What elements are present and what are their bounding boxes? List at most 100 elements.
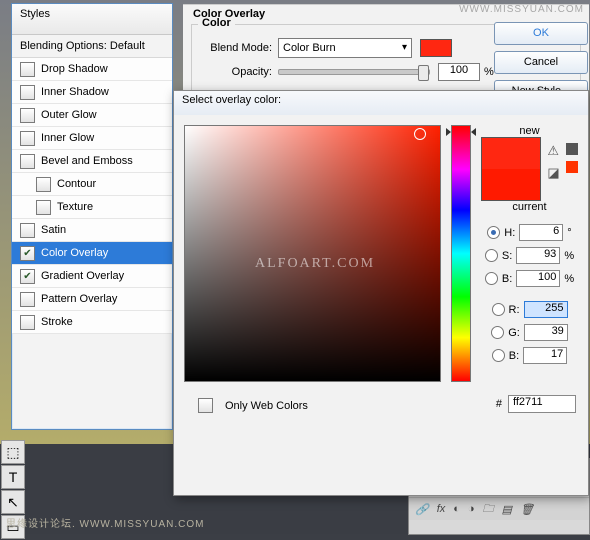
new-color xyxy=(482,138,540,169)
style-label: Pattern Overlay xyxy=(41,293,117,305)
current-label: current xyxy=(512,201,546,213)
color-picker-dialog: Select overlay color: new ⚠ ◪ xyxy=(173,90,589,496)
style-item-drop-shadow[interactable]: Drop Shadow xyxy=(12,58,172,81)
style-label: Contour xyxy=(57,178,96,190)
adjustment-icon[interactable]: ◑ xyxy=(468,503,475,515)
style-item-inner-shadow[interactable]: Inner Shadow xyxy=(12,81,172,104)
link-icon[interactable]: 🔗 xyxy=(415,503,429,516)
style-item-inner-glow[interactable]: Inner Glow xyxy=(12,127,172,150)
type-tool[interactable]: T xyxy=(1,465,25,489)
style-checkbox[interactable] xyxy=(20,108,35,123)
s-unit: % xyxy=(564,250,574,262)
fx-icon[interactable]: fx xyxy=(437,503,446,515)
folder-icon[interactable]: 🗀 xyxy=(483,500,494,519)
bb-input[interactable]: 17 xyxy=(523,347,567,364)
radio-s[interactable] xyxy=(485,249,498,262)
style-checkbox[interactable] xyxy=(20,131,35,146)
radio-b[interactable] xyxy=(485,272,498,285)
group-title: Color xyxy=(198,17,235,29)
picker-right-column: new ⚠ ◪ current H: 6 ° S: 93% B: 100% xyxy=(481,125,578,382)
blend-mode-combo[interactable]: Color Burn xyxy=(278,38,412,58)
h-unit: ° xyxy=(567,227,571,239)
cube-icon[interactable]: ◪ xyxy=(547,165,559,181)
h-input[interactable]: 6 xyxy=(519,224,563,241)
radio-r[interactable] xyxy=(492,303,505,316)
styles-panel: Styles Blending Options: Default Drop Sh… xyxy=(11,3,173,430)
opacity-input[interactable]: 100 xyxy=(438,63,480,81)
style-checkbox[interactable] xyxy=(20,85,35,100)
b-unit: % xyxy=(564,273,574,285)
percent-label: % xyxy=(484,66,494,78)
style-checkbox[interactable] xyxy=(20,292,35,307)
style-item-texture[interactable]: Texture xyxy=(12,196,172,219)
style-checkbox[interactable] xyxy=(20,223,35,238)
picker-title: Select overlay color: xyxy=(174,91,588,115)
style-item-stroke[interactable]: Stroke xyxy=(12,311,172,334)
style-checkbox[interactable]: ✔ xyxy=(20,269,35,284)
watermark-center: ALFOART.COM xyxy=(255,256,375,272)
style-item-contour[interactable]: Contour xyxy=(12,173,172,196)
style-label: Gradient Overlay xyxy=(41,270,124,282)
styles-header[interactable]: Styles xyxy=(12,4,172,35)
path-tool[interactable]: ↖ xyxy=(1,490,25,514)
cube-swatch[interactable] xyxy=(566,161,578,173)
style-label: Satin xyxy=(41,224,66,236)
blending-options-row[interactable]: Blending Options: Default xyxy=(12,35,172,58)
style-item-gradient-overlay[interactable]: ✔ Gradient Overlay xyxy=(12,265,172,288)
overlay-color-swatch[interactable] xyxy=(420,39,452,57)
style-checkbox[interactable] xyxy=(20,62,35,77)
style-checkbox[interactable] xyxy=(36,200,51,215)
trash-icon[interactable]: 🗑 xyxy=(520,503,534,516)
hue-indicator[interactable] xyxy=(447,128,475,134)
style-label: Inner Shadow xyxy=(41,86,109,98)
b-label: B: xyxy=(502,273,512,285)
h-label: H: xyxy=(504,227,515,239)
only-web-colors-checkbox[interactable] xyxy=(198,398,213,413)
opacity-label: Opacity: xyxy=(202,66,272,78)
b-input[interactable]: 100 xyxy=(516,270,560,287)
bb-label: B: xyxy=(509,350,519,362)
tool-1[interactable]: ⬚ xyxy=(1,440,25,464)
style-item-pattern-overlay[interactable]: Pattern Overlay xyxy=(12,288,172,311)
s-input[interactable]: 93 xyxy=(516,247,560,264)
radio-g[interactable] xyxy=(491,326,504,339)
hue-slider[interactable] xyxy=(451,125,471,382)
warn-swatch[interactable] xyxy=(566,143,578,155)
r-input[interactable]: 255 xyxy=(524,301,568,318)
mask-icon[interactable]: ◐ xyxy=(453,503,460,515)
style-label: Stroke xyxy=(41,316,73,328)
style-checkbox[interactable] xyxy=(20,315,35,330)
layers-footer: 🔗 fx ◐ ◑ 🗀 ▤ 🗑 xyxy=(409,498,589,520)
new-label: new xyxy=(519,125,539,137)
g-label: G: xyxy=(508,327,520,339)
watermark-bottom: 思缘设计论坛. WWW.MISSYUAN.COM xyxy=(6,515,204,530)
warning-icon[interactable]: ⚠ xyxy=(547,143,559,159)
style-label: Texture xyxy=(57,201,93,213)
style-label: Outer Glow xyxy=(41,109,97,121)
opacity-slider[interactable] xyxy=(278,69,430,75)
style-item-satin[interactable]: Satin xyxy=(12,219,172,242)
style-item-bevel-and-emboss[interactable]: Bevel and Emboss xyxy=(12,150,172,173)
style-item-color-overlay[interactable]: ✔ Color Overlay xyxy=(12,242,172,265)
sv-cursor[interactable] xyxy=(414,128,426,140)
current-color xyxy=(482,169,540,200)
g-input[interactable]: 39 xyxy=(524,324,568,341)
new-current-swatch[interactable] xyxy=(481,137,541,201)
radio-bb[interactable] xyxy=(492,349,505,362)
s-label: S: xyxy=(502,250,512,262)
saturation-value-box[interactable] xyxy=(184,125,441,382)
style-label: Inner Glow xyxy=(41,132,94,144)
hex-input[interactable]: ff2711 xyxy=(508,395,576,413)
radio-h[interactable] xyxy=(487,226,500,239)
style-checkbox[interactable]: ✔ xyxy=(20,246,35,261)
ok-button[interactable]: OK xyxy=(494,22,588,45)
style-label: Bevel and Emboss xyxy=(41,155,133,167)
new-layer-icon[interactable]: ▤ xyxy=(502,503,512,516)
style-checkbox[interactable] xyxy=(20,154,35,169)
style-checkbox[interactable] xyxy=(36,177,51,192)
hash-label: # xyxy=(496,398,502,410)
cancel-button[interactable]: Cancel xyxy=(494,51,588,74)
watermark-top: WWW.MISSYUAN.COM xyxy=(459,4,584,15)
style-label: Color Overlay xyxy=(41,247,108,259)
style-item-outer-glow[interactable]: Outer Glow xyxy=(12,104,172,127)
